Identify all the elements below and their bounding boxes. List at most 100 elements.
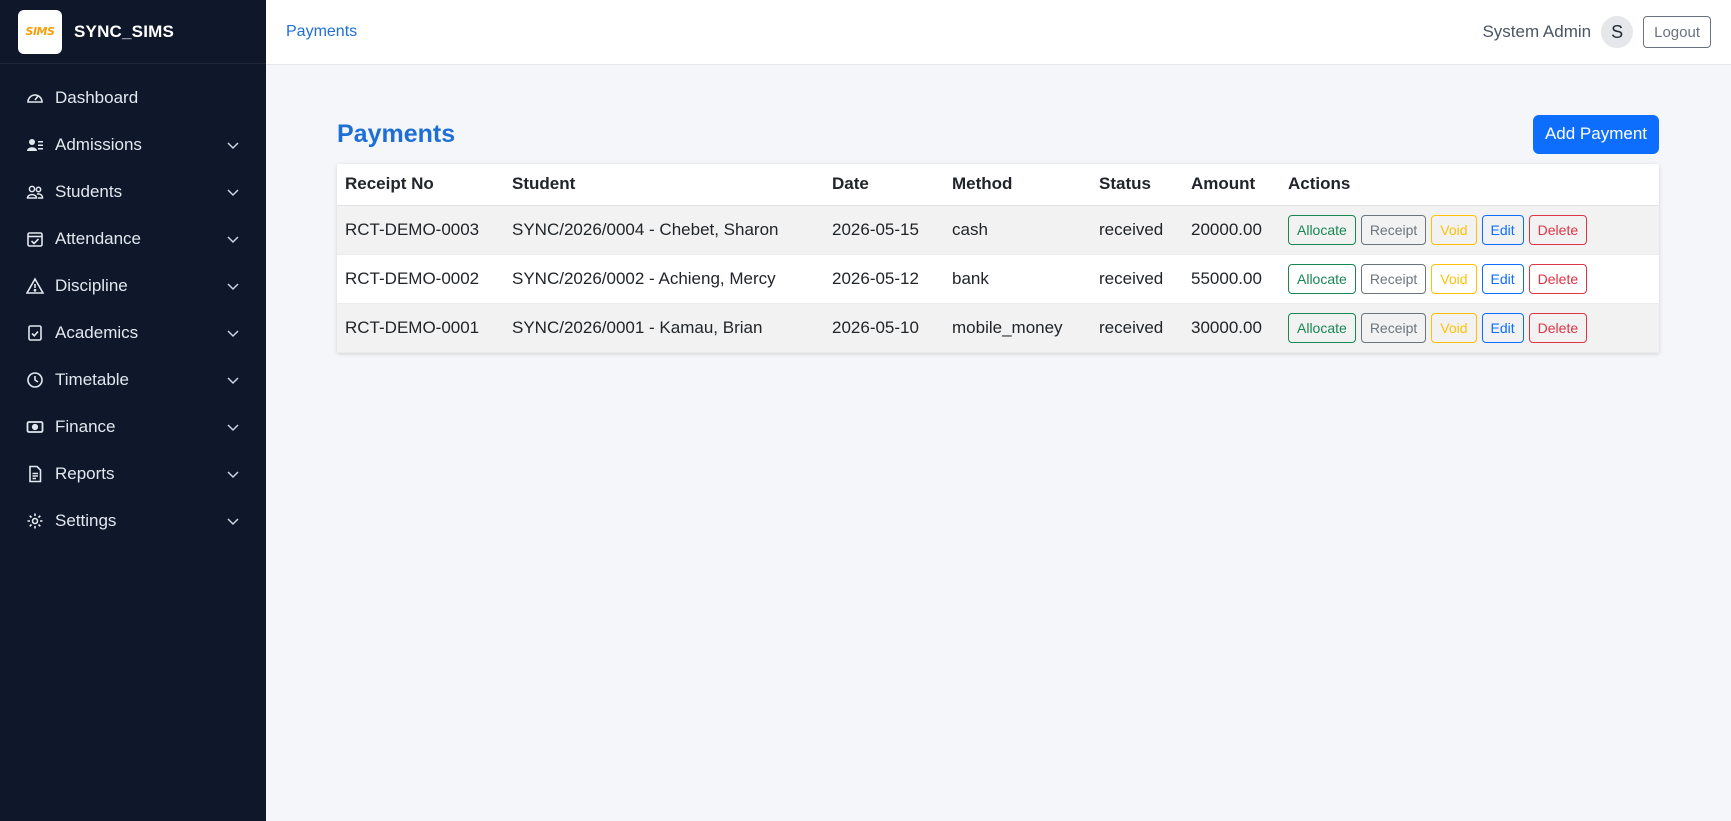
- sidebar-item-timetable[interactable]: Timetable: [0, 356, 266, 403]
- column-header-student: Student: [504, 164, 824, 206]
- document-icon: [26, 465, 44, 483]
- topbar: Payments System Admin S Logout: [266, 0, 1731, 65]
- allocate-button[interactable]: Allocate: [1288, 214, 1356, 245]
- allocate-button[interactable]: Allocate: [1288, 312, 1356, 343]
- main-header: Payments Add Payment: [337, 114, 1659, 154]
- main-content: Payments Add Payment Receipt No Student …: [337, 114, 1659, 353]
- sidebar-item-label: Discipline: [55, 275, 128, 295]
- cell-date: 2026-05-10: [824, 303, 944, 353]
- cell-receipt-no: RCT-DEMO-0002: [337, 254, 504, 304]
- delete-button[interactable]: Delete: [1528, 214, 1588, 245]
- receipt-button[interactable]: Receipt: [1360, 263, 1427, 294]
- gear-icon: [26, 512, 44, 530]
- void-button[interactable]: Void: [1431, 312, 1477, 343]
- avatar[interactable]: S: [1601, 16, 1634, 48]
- logout-button[interactable]: Logout: [1643, 16, 1711, 48]
- sidebar-item-settings[interactable]: Settings: [0, 497, 266, 544]
- user-name: System Admin: [1482, 22, 1592, 41]
- sidebar-item-label: Finance: [55, 416, 116, 436]
- cell-method: cash: [944, 205, 1091, 255]
- column-header-receipt-no: Receipt No: [337, 164, 504, 206]
- row-actions: Allocate Receipt Void Edit Delete: [1288, 263, 1651, 294]
- delete-button[interactable]: Delete: [1528, 312, 1588, 343]
- void-button[interactable]: Void: [1431, 214, 1477, 245]
- brand-logo: SIMS: [18, 9, 62, 54]
- sidebar-item-label: Students: [55, 181, 123, 201]
- page-title: Payments: [337, 119, 456, 148]
- chevron-down-icon: [227, 423, 239, 431]
- sidebar-item-label: Settings: [55, 510, 117, 530]
- payments-table-container: Receipt No Student Date Method Status Am…: [337, 164, 1659, 353]
- sidebar-nav: Dashboard Admissions Students Attendance: [0, 64, 266, 544]
- sidebar-item-label: Admissions: [55, 134, 142, 154]
- cell-student: SYNC/2026/0002 - Achieng, Mercy: [504, 254, 824, 304]
- cell-amount: 30000.00: [1183, 303, 1280, 353]
- cell-amount: 55000.00: [1183, 254, 1280, 304]
- sidebar-item-students[interactable]: Students: [0, 168, 266, 215]
- chevron-down-icon: [227, 188, 239, 196]
- column-header-status: Status: [1091, 164, 1183, 206]
- sidebar-item-label: Attendance: [55, 228, 142, 248]
- cell-student: SYNC/2026/0001 - Kamau, Brian: [504, 303, 824, 353]
- sidebar-item-admissions[interactable]: Admissions: [0, 121, 266, 168]
- clock-icon: [26, 371, 44, 389]
- delete-button[interactable]: Delete: [1528, 263, 1588, 294]
- cell-status: received: [1091, 205, 1183, 255]
- cell-method: mobile_money: [944, 303, 1091, 353]
- sidebar-item-finance[interactable]: Finance: [0, 403, 266, 450]
- sidebar: SIMS SYNC_SIMS Dashboard Admissions Stud…: [0, 0, 266, 821]
- sidebar-item-attendance[interactable]: Attendance: [0, 215, 266, 262]
- cell-method: bank: [944, 254, 1091, 304]
- chevron-down-icon: [227, 517, 239, 525]
- chevron-down-icon: [227, 376, 239, 384]
- cell-actions: Allocate Receipt Void Edit Delete: [1280, 205, 1659, 255]
- allocate-button[interactable]: Allocate: [1288, 263, 1356, 294]
- sidebar-item-label: Academics: [55, 322, 139, 342]
- add-payment-button[interactable]: Add Payment: [1532, 114, 1659, 154]
- receipt-button[interactable]: Receipt: [1360, 214, 1427, 245]
- sidebar-item-academics[interactable]: Academics: [0, 309, 266, 356]
- gauge-icon: [26, 89, 44, 107]
- cash-icon: [26, 418, 44, 436]
- cell-actions: Allocate Receipt Void Edit Delete: [1280, 254, 1659, 304]
- sidebar-item-reports[interactable]: Reports: [0, 450, 266, 497]
- breadcrumb[interactable]: Payments: [286, 23, 1482, 41]
- void-button[interactable]: Void: [1431, 263, 1477, 294]
- sidebar-item-label: Dashboard: [55, 87, 139, 107]
- cell-date: 2026-05-12: [824, 254, 944, 304]
- cell-date: 2026-05-15: [824, 205, 944, 255]
- users-icon: [26, 183, 44, 201]
- payments-table: Receipt No Student Date Method Status Am…: [337, 164, 1659, 353]
- edit-button[interactable]: Edit: [1481, 263, 1524, 294]
- sidebar-item-discipline[interactable]: Discipline: [0, 262, 266, 309]
- calendar-check-icon: [26, 230, 44, 248]
- chevron-down-icon: [227, 235, 239, 243]
- user-plus-icon: [26, 136, 44, 154]
- edit-button[interactable]: Edit: [1481, 312, 1524, 343]
- cell-status: received: [1091, 254, 1183, 304]
- row-actions: Allocate Receipt Void Edit Delete: [1288, 312, 1651, 343]
- column-header-method: Method: [944, 164, 1091, 206]
- cell-receipt-no: RCT-DEMO-0003: [337, 205, 504, 255]
- brand[interactable]: SIMS SYNC_SIMS: [0, 0, 266, 64]
- table-row: RCT-DEMO-0001 SYNC/2026/0001 - Kamau, Br…: [337, 303, 1659, 353]
- warning-triangle-icon: [26, 276, 44, 295]
- chevron-down-icon: [227, 329, 239, 337]
- table-row: RCT-DEMO-0002 SYNC/2026/0002 - Achieng, …: [337, 254, 1659, 304]
- sidebar-item-label: Reports: [55, 463, 115, 483]
- receipt-button[interactable]: Receipt: [1360, 312, 1427, 343]
- sidebar-item-label: Timetable: [55, 369, 130, 389]
- table-row: RCT-DEMO-0003 SYNC/2026/0004 - Chebet, S…: [337, 205, 1659, 255]
- column-header-date: Date: [824, 164, 944, 206]
- column-header-actions: Actions: [1280, 164, 1659, 206]
- table-header-row: Receipt No Student Date Method Status Am…: [337, 164, 1659, 206]
- brand-name: SYNC_SIMS: [74, 21, 175, 41]
- cell-actions: Allocate Receipt Void Edit Delete: [1280, 303, 1659, 353]
- brand-logo-text: SIMS: [25, 25, 55, 38]
- sidebar-item-dashboard[interactable]: Dashboard: [0, 74, 266, 121]
- cell-amount: 20000.00: [1183, 205, 1280, 255]
- chevron-down-icon: [227, 141, 239, 149]
- cell-student: SYNC/2026/0004 - Chebet, Sharon: [504, 205, 824, 255]
- column-header-amount: Amount: [1183, 164, 1280, 206]
- edit-button[interactable]: Edit: [1481, 214, 1524, 245]
